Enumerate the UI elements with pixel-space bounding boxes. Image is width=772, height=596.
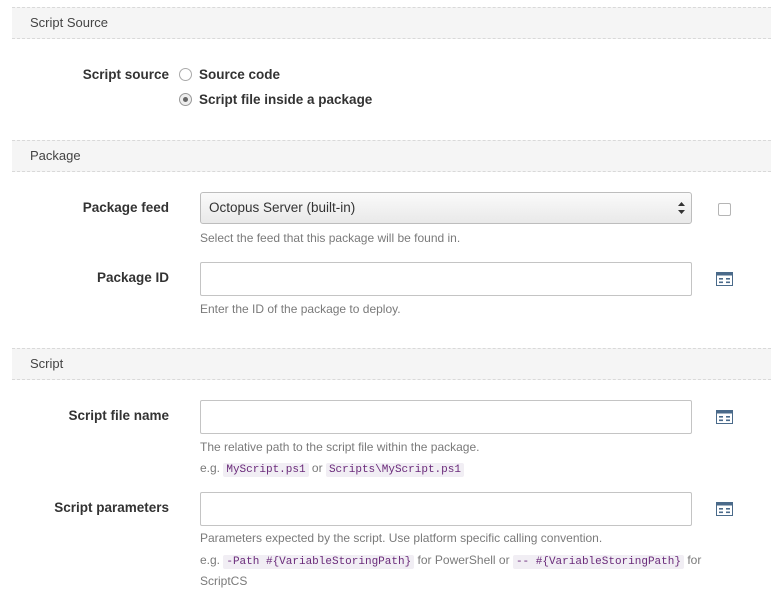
package-id-label: Package ID [96,270,169,285]
script-parameters-example: e.g. -Path #{VariableStoringPath} for Po… [200,551,740,591]
example-code-1: -Path #{VariableStoringPath} [223,555,415,569]
radio-source-code[interactable]: Source code [179,67,280,82]
example-code-2: Scripts\MyScript.ps1 [325,463,464,477]
script-file-name-input[interactable] [200,400,692,434]
script-parameters-label: Script parameters [54,500,169,515]
package-feed-selected-value: Octopus Server (built-in) [209,200,356,215]
package-feed-select[interactable]: Octopus Server (built-in) [200,192,692,224]
radio-script-in-package[interactable]: Script file inside a package [179,92,372,107]
example-prefix: e.g. [200,553,221,567]
example-prefix: e.g. [200,461,221,475]
variable-binding-icon[interactable] [716,410,733,424]
package-id-input[interactable] [200,262,692,296]
radio-unchecked-icon[interactable] [179,68,192,81]
radio-source-code-label: Source code [199,67,281,82]
section-header-script-source: Script Source [12,7,771,39]
section-header-package: Package [12,140,771,172]
script-file-name-label: Script file name [68,408,169,423]
select-arrows-icon [678,202,685,214]
variable-binding-icon[interactable] [716,272,733,286]
example-or: or [311,461,323,475]
script-file-name-example: e.g. MyScript.ps1 or Scripts\MyScript.ps… [200,461,464,477]
example-mid: for PowerShell or [417,553,510,567]
example-code-1: MyScript.ps1 [223,463,309,477]
package-feed-help: Select the feed that this package will b… [200,231,461,245]
script-source-label: Script source [82,67,169,82]
radio-script-in-package-label: Script file inside a package [199,92,373,107]
script-parameters-input[interactable] [200,492,692,526]
script-parameters-help: Parameters expected by the script. Use p… [200,531,603,545]
script-file-name-help: The relative path to the script file wit… [200,440,480,454]
radio-checked-icon[interactable] [179,93,192,106]
variable-binding-icon[interactable] [716,502,733,516]
example-code-2: -- #{VariableStoringPath} [512,555,684,569]
package-feed-label: Package feed [82,200,169,215]
package-feed-bind-checkbox[interactable] [718,203,731,216]
package-id-help: Enter the ID of the package to deploy. [200,302,401,316]
section-header-script: Script [12,348,771,380]
